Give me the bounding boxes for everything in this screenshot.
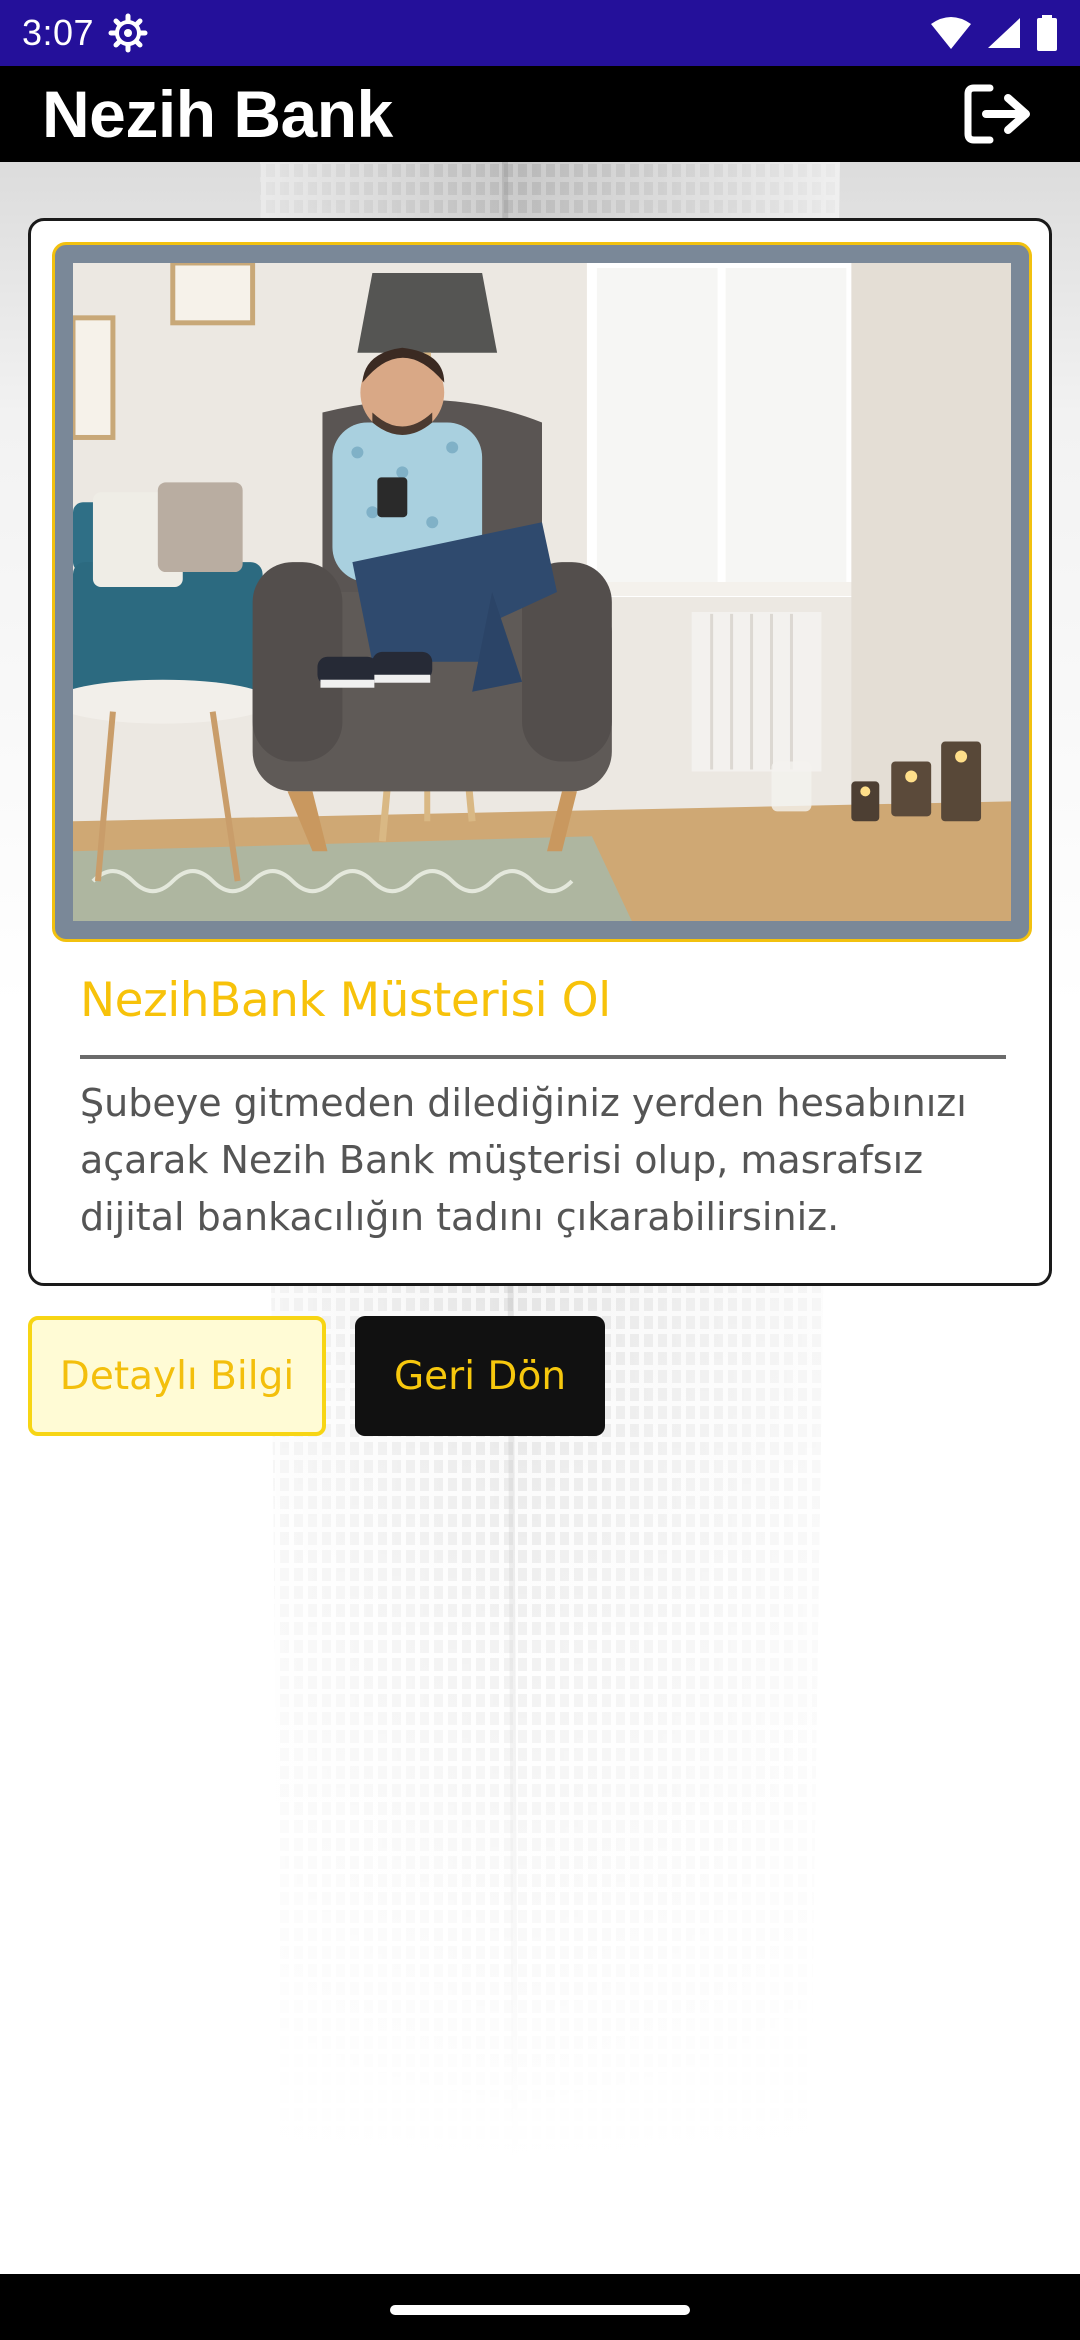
logout-icon xyxy=(964,84,1030,144)
battery-icon xyxy=(1037,15,1057,51)
photo-frame xyxy=(52,242,1032,942)
wifi-icon xyxy=(931,17,971,49)
detail-info-button[interactable]: Detaylı Bilgi xyxy=(28,1316,326,1436)
man-in-armchair-photo xyxy=(73,263,1011,921)
card-divider xyxy=(80,1055,1006,1059)
card-title: NezihBank Müsterisi Ol xyxy=(80,973,611,1028)
go-back-button[interactable]: Geri Dön xyxy=(355,1316,605,1436)
logout-button[interactable] xyxy=(958,74,1038,154)
card-description: Şubeye gitmeden dilediğiniz yerden hesab… xyxy=(80,1081,967,1239)
status-icons xyxy=(930,15,1058,51)
app-bar: Nezih Bank xyxy=(0,66,1080,162)
status-bar: 3:07 xyxy=(0,0,1080,66)
settings-icon xyxy=(108,13,148,53)
signal-icon xyxy=(988,18,1020,48)
status-time: 3:07 xyxy=(22,12,95,53)
home-gesture-handle[interactable] xyxy=(390,2305,690,2315)
app-title: Nezih Bank xyxy=(42,77,393,151)
promo-card: NezihBank Müsterisi Ol Şubeye gitmeden d… xyxy=(28,218,1052,1286)
